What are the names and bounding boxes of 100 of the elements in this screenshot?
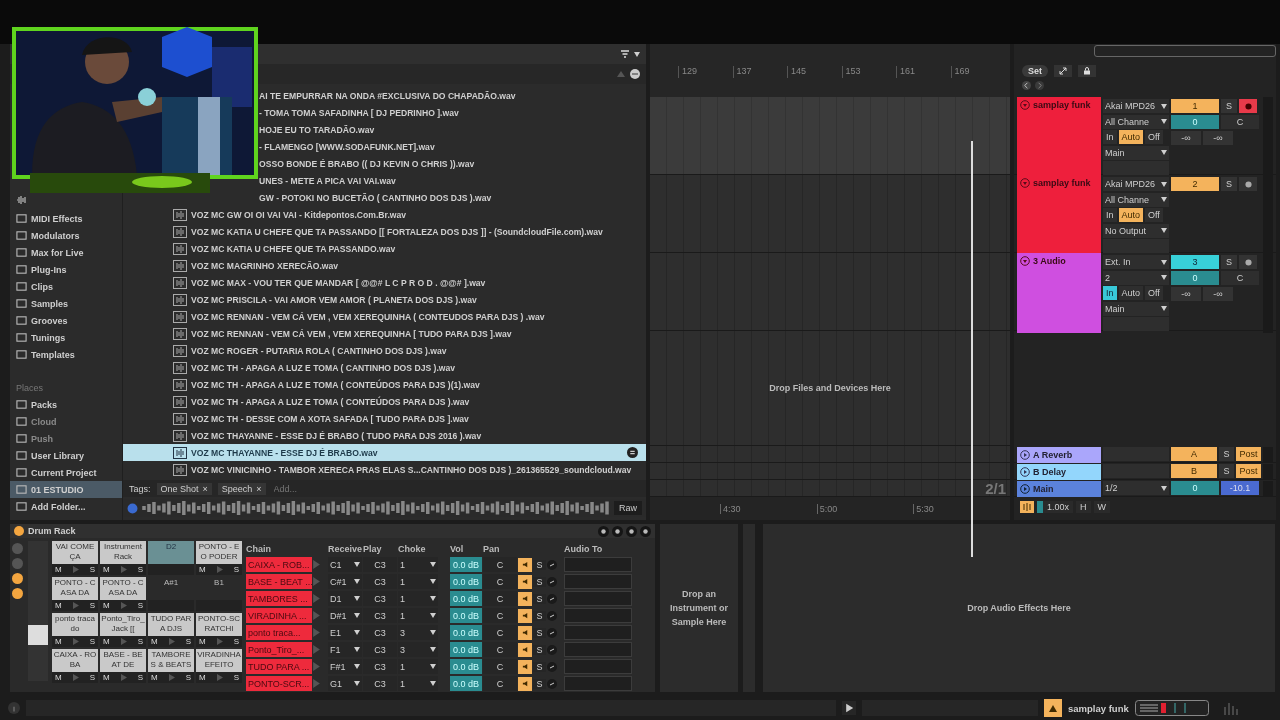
choke-dropdown[interactable]: 3 (398, 625, 438, 640)
solo-button[interactable]: S (89, 601, 95, 610)
track-activator[interactable]: B (1171, 464, 1217, 478)
device-on-switch[interactable] (14, 526, 24, 536)
return-track-header[interactable]: B Delay (1017, 464, 1101, 480)
monitor-button[interactable]: Auto (1118, 208, 1144, 222)
file-row[interactable]: VOZ MC RENNAN - VEM CÁ VEM , VEM XEREQUINHA [ TUDO PARA DJS ].wav (123, 325, 646, 342)
solo-button[interactable]: S (137, 565, 143, 574)
track-lane[interactable] (650, 97, 1010, 175)
receive-dropdown[interactable]: F1 (328, 642, 362, 657)
arm-button[interactable] (1239, 255, 1257, 269)
file-row[interactable]: HOJE EU TO TARADÃO.wav (259, 121, 646, 138)
mute-button[interactable]: M (103, 601, 110, 610)
mute-button[interactable]: M (199, 673, 206, 682)
chain-name[interactable]: BASE - BEAT ... (246, 574, 312, 589)
drum-pad[interactable]: TAMBORES & BEATS M S (148, 649, 194, 683)
solo-button[interactable]: S (137, 637, 143, 646)
play-circle-icon[interactable] (1020, 450, 1030, 460)
play-field[interactable]: C3 (363, 625, 397, 640)
sidebar-item[interactable]: MIDI Effects (10, 210, 122, 227)
mute-button[interactable]: M (151, 637, 158, 646)
effects-drop-zone[interactable]: Drop Audio Effects Here (763, 524, 1275, 692)
track-lane[interactable] (650, 446, 1010, 463)
drum-pad[interactable]: TUDO PARA DJS M S (148, 613, 194, 647)
tag-chip[interactable]: One Shot × (156, 482, 212, 495)
play-field[interactable]: C3 (363, 574, 397, 589)
instrument-drop-zone[interactable]: Drop an Instrument or Sample Here (660, 524, 738, 692)
choke-dropdown[interactable]: 1 (398, 557, 438, 572)
volume-field[interactable]: 0.0 dB (450, 557, 482, 572)
file-row[interactable]: VOZ MC THAYANNE - ESSE DJ É BRABO ( TUDO PARA DJS 2016 ).wav (123, 427, 646, 444)
mute-button[interactable]: M (103, 565, 110, 574)
receive-dropdown[interactable]: D#1 (328, 608, 362, 623)
info-icon[interactable] (8, 702, 20, 714)
solo-button[interactable]: S (533, 559, 546, 570)
play-field[interactable]: C3 (363, 676, 397, 691)
monitor-button[interactable]: Auto (1118, 130, 1144, 144)
receive-dropdown[interactable]: G1 (328, 676, 362, 691)
input-dropdown[interactable]: Ext. In (1103, 255, 1169, 269)
solo-button[interactable]: S (89, 637, 95, 646)
mute-button[interactable]: M (55, 673, 62, 682)
solo-button[interactable]: S (137, 673, 143, 682)
sidebar-item[interactable]: Clips (10, 278, 122, 295)
sidebar-item[interactable]: User Library (10, 447, 122, 464)
pan-field[interactable]: C (483, 676, 517, 691)
file-row[interactable]: VOZ MC MAGRINHO XERECÃO.wav (123, 257, 646, 274)
warning-icon[interactable] (1044, 699, 1062, 717)
chain-name[interactable]: Ponto_Tiro_... (246, 642, 312, 657)
filter-icon[interactable] (620, 49, 630, 59)
rack-control-icon[interactable] (11, 573, 23, 584)
drum-pad[interactable]: B1 (196, 577, 242, 611)
file-row[interactable]: - FLAMENGO [WWW.SODAFUNK.NET].wav (259, 138, 646, 155)
volume-field[interactable]: 0 (1171, 271, 1219, 285)
volume-field[interactable]: 0 (1171, 115, 1219, 129)
sidebar-item[interactable]: Modulators (10, 227, 122, 244)
play-field[interactable]: C3 (363, 659, 397, 674)
speaker-icon[interactable] (518, 557, 532, 572)
audio-to-field[interactable] (564, 591, 632, 606)
audio-to-field[interactable] (564, 659, 632, 674)
sidebar-item[interactable]: Grooves (10, 312, 122, 329)
track-header[interactable]: samplay funk (1017, 97, 1101, 177)
play-field[interactable]: C3 (363, 591, 397, 606)
play-circle-icon[interactable] (1020, 484, 1030, 494)
audio-to-field[interactable] (564, 557, 632, 572)
choke-dropdown[interactable]: 1 (398, 659, 438, 674)
monitor-button[interactable]: Off (1145, 208, 1163, 222)
waveform-preview[interactable] (142, 501, 610, 515)
file-row[interactable]: VOZ MC KATIA U CHEFE QUE TA PASSANDO [[ FORTALEZA DOS DJS ]] - (SoundcloudFile.com).wav (123, 223, 646, 240)
choke-dropdown[interactable]: 1 (398, 676, 438, 691)
sidebar-item[interactable]: Samples (10, 295, 122, 312)
volume-field[interactable]: 0.0 dB (450, 574, 482, 589)
solo-button[interactable]: S (533, 678, 546, 689)
arm-button[interactable] (1239, 177, 1257, 191)
drum-pad[interactable]: PONTO-SCRATCHI M S (196, 613, 242, 647)
back-icon[interactable] (1022, 81, 1031, 90)
file-row[interactable]: - TOMA TOMA SAFADINHA [ DJ PEDRINHO ].wav (259, 104, 646, 121)
monitor-button[interactable]: In (1103, 286, 1117, 300)
file-row[interactable]: UNES - METE A PICA VAI VAI.wav (259, 172, 646, 189)
volume-readout[interactable]: -10.1 (1221, 481, 1259, 495)
audio-to-field[interactable] (564, 574, 632, 589)
play-field[interactable]: C3 (363, 557, 397, 572)
choke-dropdown[interactable]: 1 (398, 574, 438, 589)
drum-pad[interactable]: PONTO - CASA DA M S (52, 577, 98, 611)
sidebar-item[interactable]: Tunings (10, 329, 122, 346)
file-row[interactable]: VOZ MC TH - APAGA A LUZ E TOMA ( CANTINHO DOS DJS ).wav (123, 359, 646, 376)
solo-button[interactable]: S (533, 627, 546, 638)
audio-to-field[interactable] (564, 608, 632, 623)
drum-pad[interactable]: PONTO - CASA DA M S (100, 577, 146, 611)
file-row[interactable]: VOZ MC ROGER - PUTARIA ROLA ( CANTINHO DOS DJS ).wav (123, 342, 646, 359)
mute-button[interactable]: M (55, 637, 62, 646)
chain-name[interactable]: CAIXA - ROB... (246, 557, 312, 572)
speed-field[interactable]: 1.00x (1037, 501, 1074, 513)
play-field[interactable]: C3 (363, 608, 397, 623)
mute-button[interactable]: M (55, 601, 62, 610)
fold-icon[interactable] (1020, 100, 1030, 110)
sidebar-item[interactable]: Max for Live (10, 244, 122, 261)
solo-button[interactable]: S (533, 610, 546, 621)
volume-field[interactable]: 0.0 dB (450, 625, 482, 640)
sidebar-item[interactable]: Packs (10, 396, 122, 413)
sidebar-item[interactable]: 01 ESTUDIO (10, 481, 122, 498)
channel-dropdown[interactable]: All Channe (1103, 114, 1169, 129)
